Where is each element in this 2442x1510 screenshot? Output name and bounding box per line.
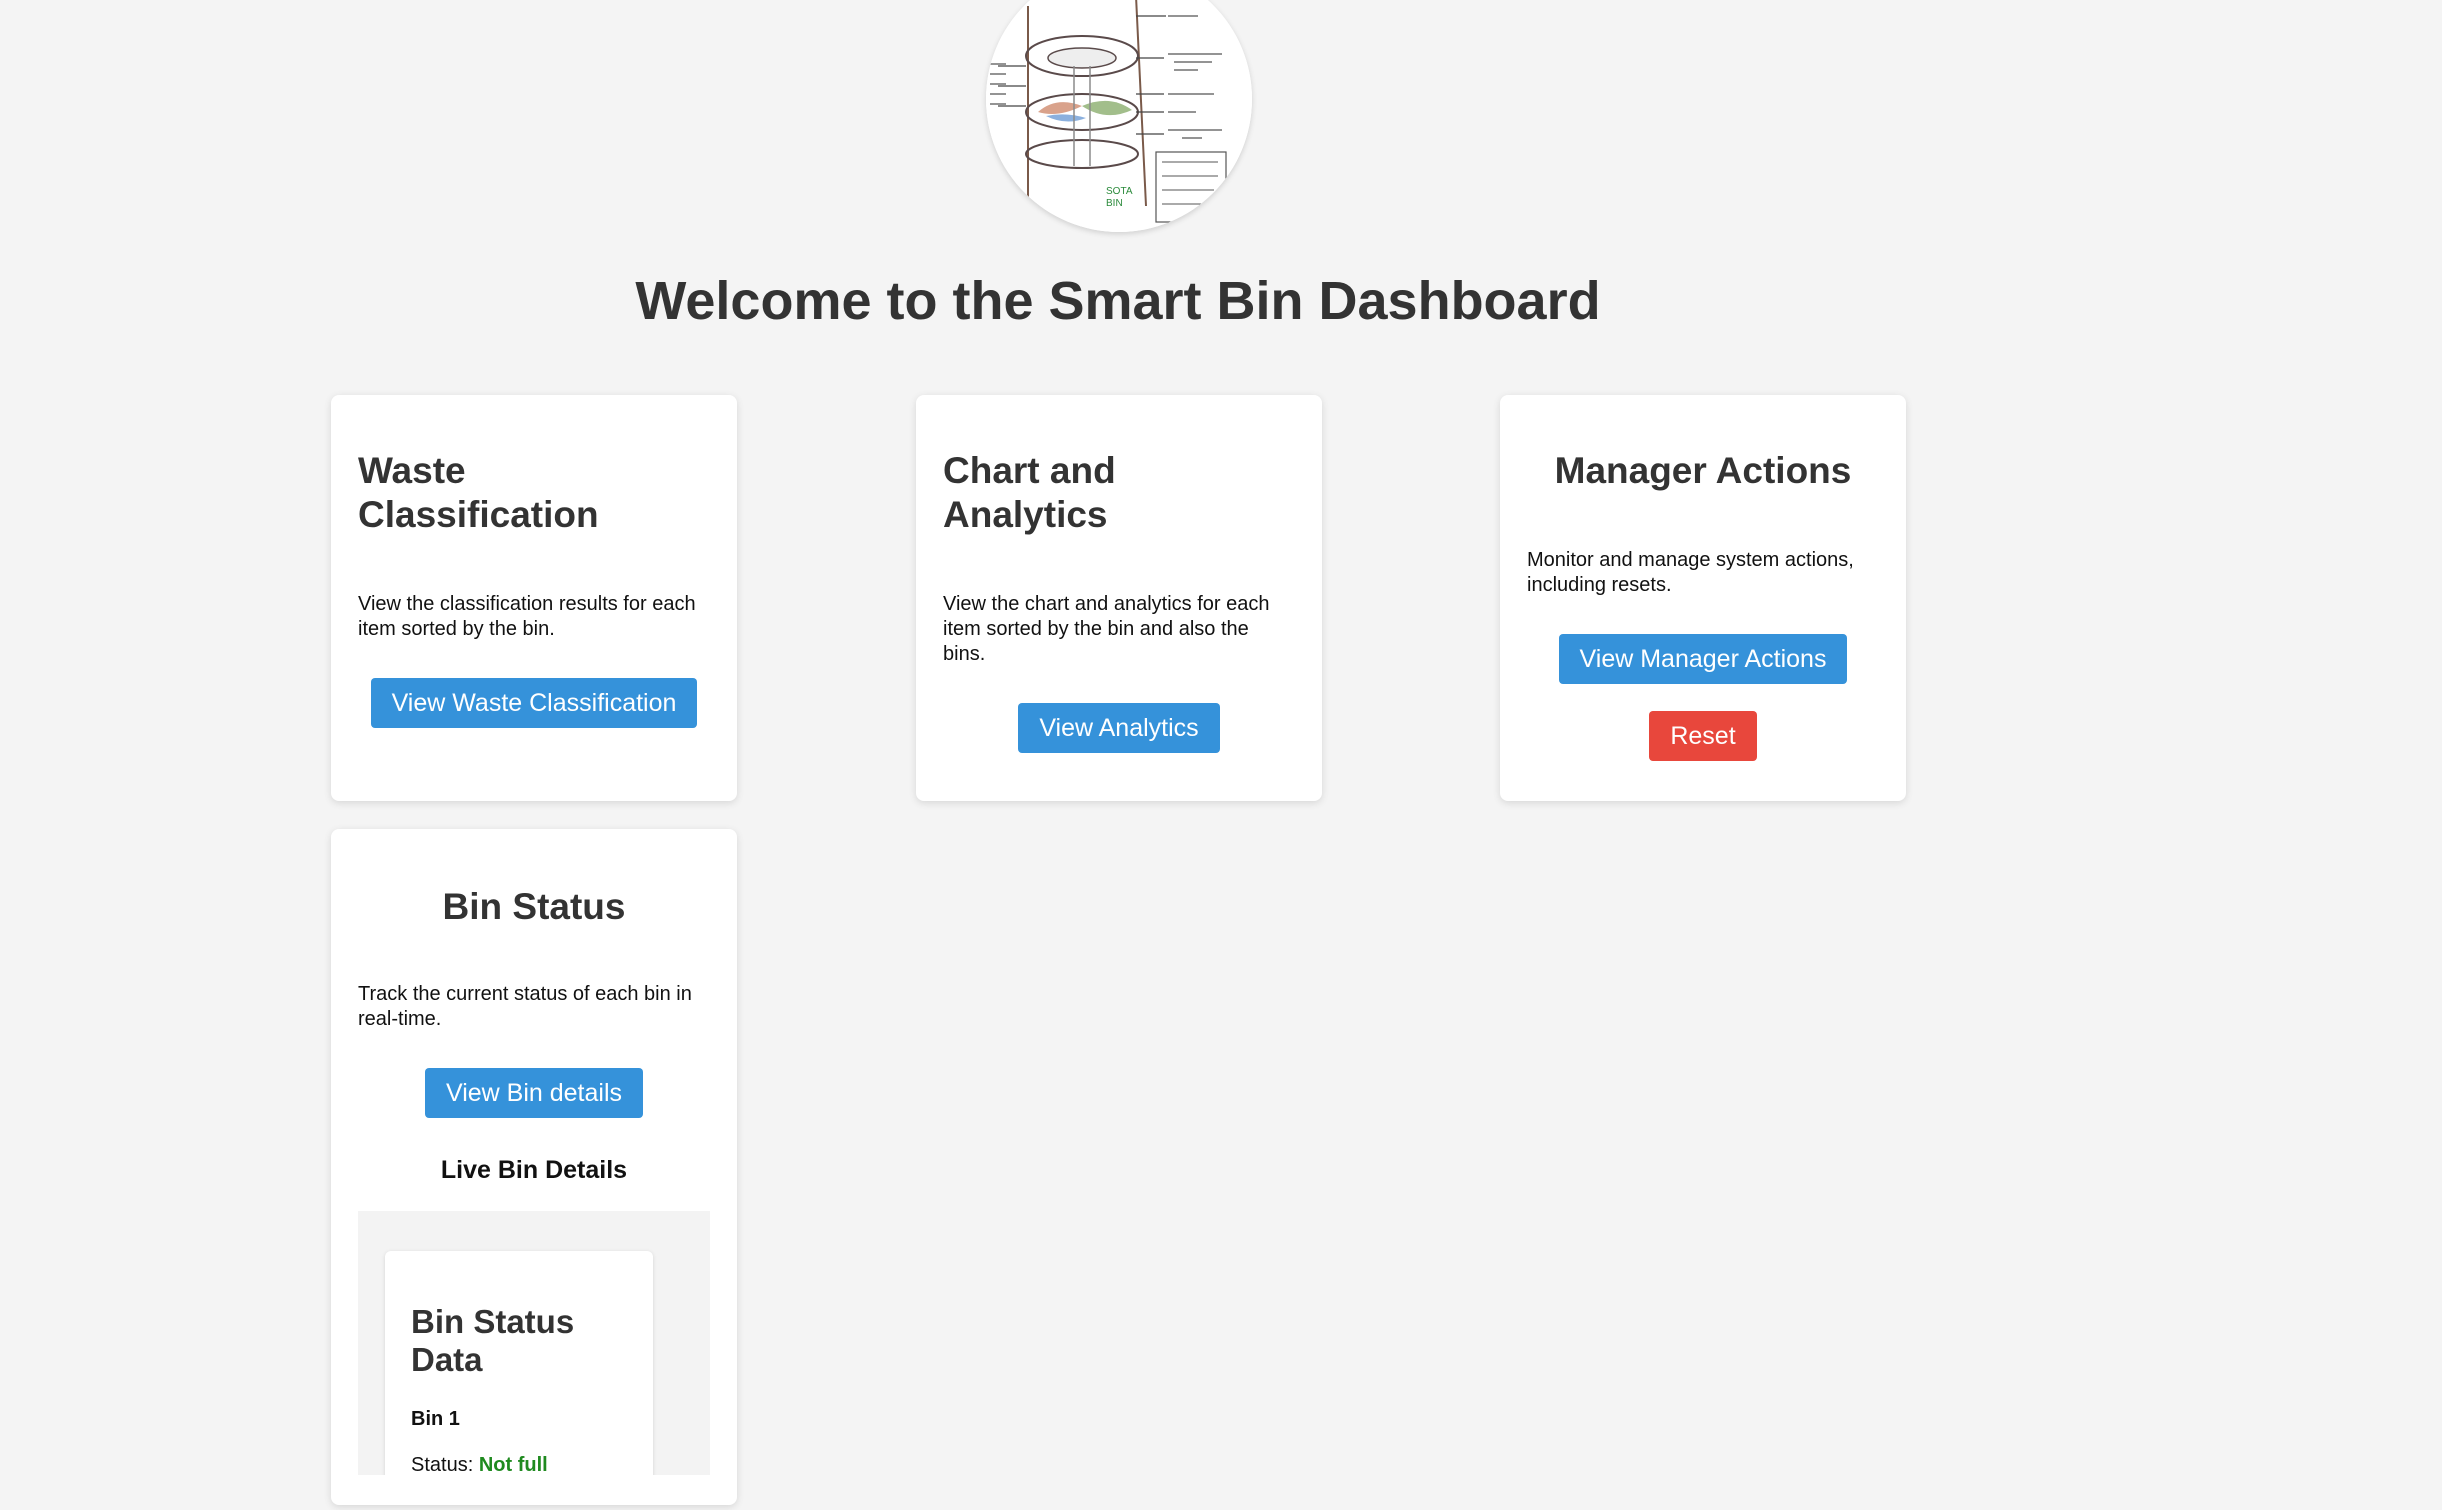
view-manager-actions-button[interactable]: View Manager Actions (1558, 634, 1848, 684)
bin-status-line: Status: Not full (411, 1454, 548, 1475)
view-waste-classification-button[interactable]: View Waste Classification (370, 678, 698, 728)
live-bin-details-panel[interactable]: Bin Status Data Bin 1 Status: Not full (358, 1211, 710, 1475)
svg-text:SOTA: SOTA (1106, 186, 1133, 197)
chart-analytics-description: View the chart and analytics for each it… (943, 593, 1270, 665)
smart-bin-logo: SOTA BIN (986, 0, 1252, 232)
bin-status-data-card: Bin Status Data Bin 1 Status: Not full (385, 1251, 653, 1475)
chart-analytics-card: Chart and Analytics View the chart and a… (916, 395, 1322, 801)
view-analytics-button[interactable]: View Analytics (1018, 703, 1220, 753)
manager-actions-title: Manager Actions (1554, 450, 1852, 491)
manager-actions-button-row: View Manager Actions (1500, 634, 1906, 684)
bin-status-label: Status: (411, 1454, 474, 1475)
live-bin-details-title: Live Bin Details (440, 1156, 628, 1184)
chart-analytics-title: Chart and Analytics (943, 450, 1116, 535)
manager-actions-card: Manager Actions Monitor and manage syste… (1500, 395, 1906, 801)
bin-status-description: Track the current status of each bin in … (358, 983, 692, 1030)
chart-analytics-button-row: View Analytics (916, 703, 1322, 753)
waste-classification-button-row: View Waste Classification (331, 678, 737, 728)
bin-details-button-row: View Bin details (331, 1068, 737, 1118)
smart-bin-sketch-icon: SOTA BIN (986, 0, 1252, 232)
svg-text:BIN: BIN (1106, 198, 1123, 209)
bin-name: Bin 1 (411, 1408, 460, 1430)
page-title: Welcome to the Smart Bin Dashboard (635, 271, 1601, 331)
bin-status-data-heading: Bin Status Data (411, 1303, 575, 1378)
bin-status-card: Bin Status Track the current status of e… (331, 829, 737, 1505)
waste-classification-card: Waste Classification View the classifica… (331, 395, 737, 801)
reset-button[interactable]: Reset (1649, 711, 1757, 761)
waste-classification-description: View the classification results for each… (358, 593, 696, 640)
bin-status-title: Bin Status (442, 886, 626, 927)
view-bin-details-button[interactable]: View Bin details (424, 1068, 644, 1118)
reset-button-row: Reset (1500, 711, 1906, 761)
manager-actions-description: Monitor and manage system actions, inclu… (1527, 549, 1854, 596)
bin-status-value: Not full (478, 1454, 548, 1475)
waste-classification-title: Waste Classification (358, 450, 599, 535)
